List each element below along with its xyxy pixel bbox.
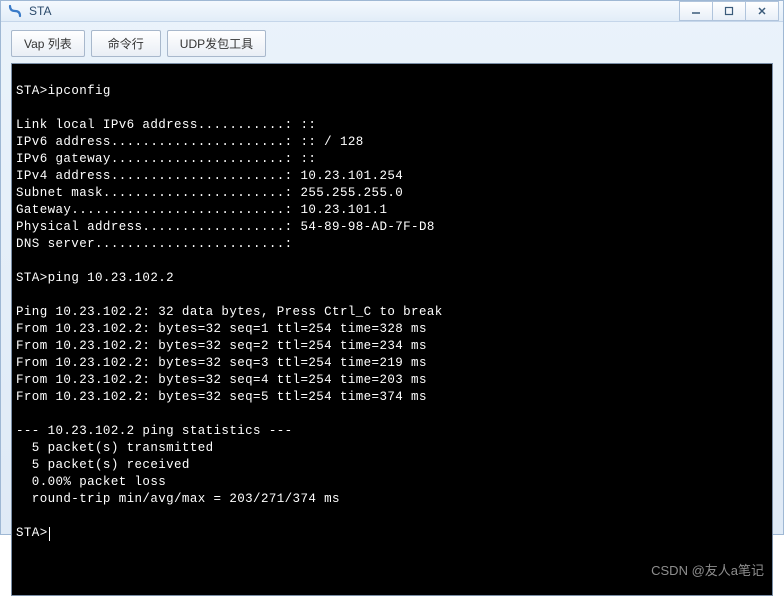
terminal-prompt-line[interactable]: STA> bbox=[16, 525, 768, 542]
command-text: ipconfig bbox=[48, 84, 111, 98]
tab-udp-tool[interactable]: UDP发包工具 bbox=[167, 30, 266, 57]
terminal-line: --- 10.23.102.2 ping statistics --- bbox=[16, 424, 293, 438]
close-button[interactable] bbox=[745, 1, 779, 21]
prompt: STA> bbox=[16, 84, 48, 98]
terminal-line: Gateway...........................: 10.2… bbox=[16, 203, 387, 217]
terminal-line: Ping 10.23.102.2: 32 data bytes, Press C… bbox=[16, 305, 443, 319]
terminal-line: Physical address..................: 54-8… bbox=[16, 220, 435, 234]
terminal-line: From 10.23.102.2: bytes=32 seq=4 ttl=254… bbox=[16, 373, 427, 387]
terminal-line: round-trip min/avg/max = 203/271/374 ms bbox=[16, 492, 340, 506]
terminal-line: IPv6 gateway......................: :: bbox=[16, 152, 316, 166]
terminal-line: From 10.23.102.2: bytes=32 seq=5 ttl=254… bbox=[16, 390, 427, 404]
terminal-line: STA>ping 10.23.102.2 bbox=[16, 271, 174, 285]
maximize-button[interactable] bbox=[712, 1, 746, 21]
terminal-line: IPv6 address......................: :: /… bbox=[16, 135, 364, 149]
minimize-button[interactable] bbox=[679, 1, 713, 21]
tab-cli[interactable]: 命令行 bbox=[91, 30, 161, 57]
terminal-line: STA>ipconfig bbox=[16, 84, 111, 98]
terminal-line: Link local IPv6 address...........: :: bbox=[16, 118, 316, 132]
terminal-line: From 10.23.102.2: bytes=32 seq=2 ttl=254… bbox=[16, 339, 427, 353]
titlebar: STA bbox=[1, 1, 783, 22]
content-area: STA>ipconfig Link local IPv6 address....… bbox=[1, 63, 783, 606]
window-title: STA bbox=[29, 4, 680, 18]
terminal-line: 5 packet(s) transmitted bbox=[16, 441, 214, 455]
terminal-line: From 10.23.102.2: bytes=32 seq=3 ttl=254… bbox=[16, 356, 427, 370]
watermark: CSDN @友人a笔记 bbox=[651, 562, 764, 579]
terminal-line: IPv4 address......................: 10.2… bbox=[16, 169, 403, 183]
tab-vap-list[interactable]: Vap 列表 bbox=[11, 30, 85, 57]
prompt: STA> bbox=[16, 271, 48, 285]
app-icon bbox=[7, 3, 23, 19]
window-controls bbox=[680, 1, 779, 21]
terminal-line: From 10.23.102.2: bytes=32 seq=1 ttl=254… bbox=[16, 322, 427, 336]
toolbar: Vap 列表 命令行 UDP发包工具 bbox=[1, 22, 783, 63]
prompt: STA> bbox=[16, 525, 48, 542]
terminal-line: DNS server........................: bbox=[16, 237, 293, 251]
terminal-line: 5 packet(s) received bbox=[16, 458, 190, 472]
terminal[interactable]: STA>ipconfig Link local IPv6 address....… bbox=[11, 63, 773, 596]
command-text: ping 10.23.102.2 bbox=[48, 271, 174, 285]
app-window: STA Vap 列表 命令行 UDP发包工具 STA>ipconfig Link… bbox=[0, 0, 784, 535]
terminal-line: 0.00% packet loss bbox=[16, 475, 166, 489]
cursor-icon bbox=[49, 527, 50, 541]
terminal-line: Subnet mask.......................: 255.… bbox=[16, 186, 403, 200]
